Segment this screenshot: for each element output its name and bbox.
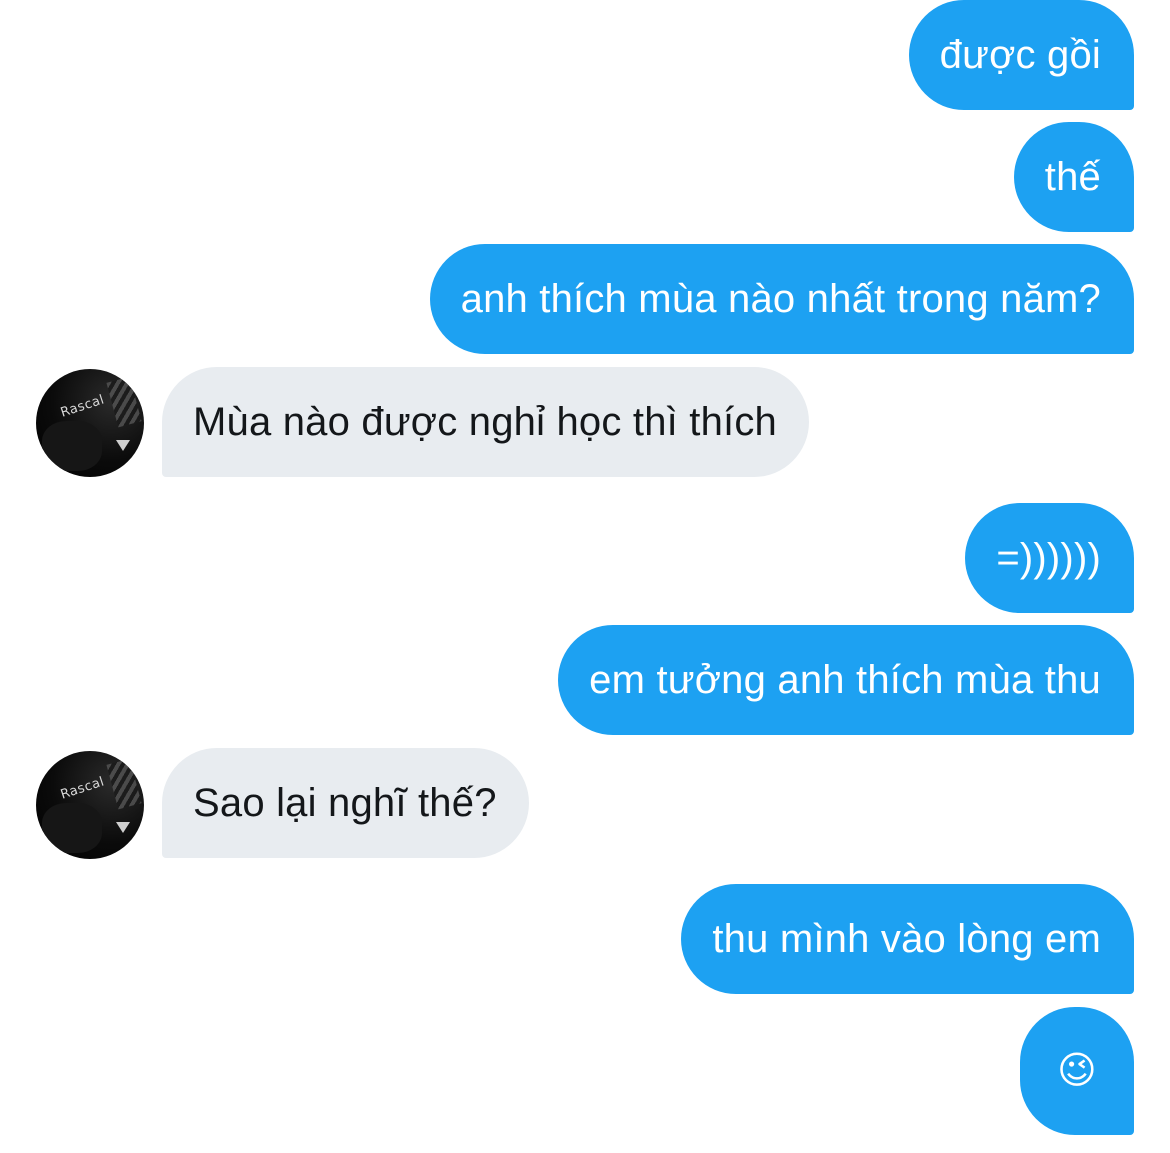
avatar-logo-text: Rascal xyxy=(58,392,107,421)
message-text: =)))))) xyxy=(996,535,1101,580)
incoming-message[interactable]: Sao lại nghĩ thế? xyxy=(162,748,529,858)
message-text: thế xyxy=(1044,154,1101,199)
avatar-pattern xyxy=(106,376,142,428)
outgoing-message[interactable]: anh thích mùa nào nhất trong năm? xyxy=(429,244,1134,354)
outgoing-message[interactable]: em tưởng anh thích mùa thu xyxy=(558,625,1134,735)
avatar-triangle-icon xyxy=(116,822,130,833)
avatar[interactable]: Rascal xyxy=(36,751,144,859)
message-text: em tưởng anh thích mùa thu xyxy=(589,657,1101,702)
incoming-message[interactable]: Mùa nào được nghỉ học thì thích xyxy=(162,367,809,477)
outgoing-message[interactable]: được gồi xyxy=(908,0,1134,110)
avatar-pattern xyxy=(106,758,142,810)
message-text: anh thích mùa nào nhất trong năm? xyxy=(460,276,1101,321)
avatar-triangle-icon xyxy=(116,440,130,451)
message-text: thu mình vào lòng em xyxy=(712,916,1101,961)
avatar[interactable]: Rascal xyxy=(36,369,144,477)
avatar-shade xyxy=(42,803,102,853)
outgoing-emoji-message[interactable]: 😉 xyxy=(1020,1007,1134,1135)
wink-emoji-icon: 😉 xyxy=(1057,1050,1097,1092)
avatar-logo-text: Rascal xyxy=(58,774,107,803)
avatar-shade xyxy=(42,421,102,471)
outgoing-message[interactable]: thu mình vào lòng em xyxy=(681,884,1134,994)
message-text: Mùa nào được nghỉ học thì thích xyxy=(193,399,777,444)
outgoing-message[interactable]: thế xyxy=(1013,122,1134,232)
message-text: được gồi xyxy=(939,32,1101,77)
outgoing-message[interactable]: =)))))) xyxy=(965,503,1134,613)
message-text: Sao lại nghĩ thế? xyxy=(193,780,497,825)
